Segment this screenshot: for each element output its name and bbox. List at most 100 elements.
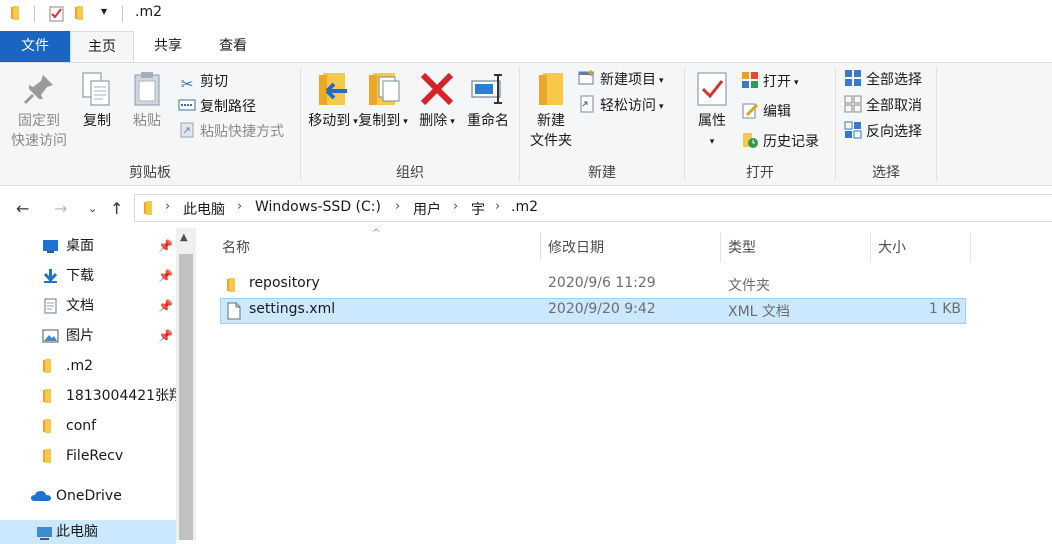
computer-icon: [37, 527, 52, 540]
new-item-button[interactable]: 新建项目 ▾: [578, 69, 664, 91]
history-icon: [743, 133, 758, 148]
download-icon: [43, 269, 58, 283]
properties-button[interactable]: 属性 ▾: [691, 69, 733, 152]
file-date: 2020/9/20 9:42: [548, 301, 656, 317]
select-group: 全部选择 全部取消 反向选择 选择: [836, 63, 936, 185]
organize-group: 移动到 ▾ 复制到 ▾ 删除 ▾ 重命名 组织: [301, 63, 519, 185]
new-folder-quick-icon[interactable]: [74, 5, 90, 21]
nav-item-onedrive[interactable]: OneDrive: [0, 481, 176, 511]
paste-shortcut-button[interactable]: 粘贴快捷方式: [178, 121, 284, 143]
window-title: .m2: [135, 4, 162, 20]
breadcrumb-chevron-icon[interactable]: ›: [453, 199, 458, 214]
table-row[interactable]: settings.xml 2020/9/20 9:42 XML 文档 1 KB: [220, 298, 966, 324]
easy-access-button[interactable]: 轻松访问 ▾: [578, 95, 664, 117]
column-divider[interactable]: [540, 232, 541, 262]
column-header-name[interactable]: 名称: [222, 237, 250, 257]
open-group: 属性 ▾ 打开 ▾ 编辑 历史记录 打开: [685, 63, 835, 185]
properties-quick-icon[interactable]: [48, 5, 66, 23]
breadcrumb-chevron-icon[interactable]: ›: [395, 199, 400, 214]
nav-item-student-folder[interactable]: 1813004421张翔: [0, 381, 176, 411]
column-header-size[interactable]: 大小: [878, 237, 906, 257]
scroll-up-icon[interactable]: ▲: [180, 232, 188, 243]
edit-button[interactable]: 编辑: [741, 101, 791, 123]
nav-scrollbar[interactable]: ▲: [176, 228, 196, 540]
breadcrumb-chevron-icon[interactable]: ›: [495, 199, 500, 214]
recent-locations-chevron-icon[interactable]: ⌄: [88, 202, 97, 215]
dropdown-icon: ▾: [450, 117, 455, 127]
column-divider[interactable]: [970, 232, 971, 262]
scrollbar-thumb[interactable]: [179, 254, 193, 540]
pin-quick-access-button[interactable]: 固定到 快速访问: [6, 69, 72, 151]
nav-item-downloads[interactable]: 下载 📌: [0, 261, 176, 291]
open-button[interactable]: 打开 ▾: [741, 71, 799, 93]
tab-home[interactable]: 主页: [70, 31, 134, 62]
folder-icon: [227, 278, 235, 292]
copy-to-icon: [369, 73, 400, 105]
back-arrow-icon[interactable]: ←: [16, 199, 29, 218]
history-button[interactable]: 历史记录: [741, 131, 819, 153]
rename-icon: [471, 74, 502, 104]
new-folder-button[interactable]: 新建 文件夹: [524, 69, 578, 151]
pin-icon: 📌: [158, 299, 173, 313]
nav-item-pictures[interactable]: 图片 📌: [0, 321, 176, 351]
breadcrumb-chevron-icon[interactable]: ›: [165, 199, 170, 214]
column-header-type[interactable]: 类型: [728, 237, 756, 257]
dropdown-icon: ▾: [709, 137, 715, 147]
breadcrumb-current[interactable]: .m2: [511, 199, 538, 215]
folder-icon: [43, 419, 51, 433]
column-header-date[interactable]: 修改日期: [548, 237, 604, 257]
nav-item-m2[interactable]: .m2: [0, 351, 176, 381]
tab-view[interactable]: 查看: [201, 31, 265, 62]
folder-icon: [43, 359, 51, 373]
column-divider[interactable]: [870, 232, 871, 262]
ribbon-tabs: 文件 主页 共享 查看: [0, 31, 1052, 62]
navigation-pane: 桌面 📌 下载 📌 文档 📌 图片 📌 .m2 1813004421张翔 con…: [0, 228, 196, 544]
scissors-icon: ✂: [180, 75, 194, 93]
paste-button[interactable]: 粘贴: [124, 69, 170, 131]
cut-button[interactable]: ✂ 剪切: [178, 71, 228, 93]
folder-icon: [43, 449, 51, 463]
properties-icon: [697, 72, 727, 106]
forward-arrow-icon[interactable]: →: [54, 199, 67, 218]
file-name: settings.xml: [249, 301, 336, 317]
invert-selection-button[interactable]: 反向选择: [844, 121, 922, 143]
select-all-button[interactable]: 全部选择: [844, 69, 922, 91]
nav-item-documents[interactable]: 文档 📌: [0, 291, 176, 321]
breadcrumb-this-pc[interactable]: 此电脑: [183, 199, 225, 219]
file-type: XML 文档: [728, 304, 790, 320]
table-row[interactable]: repository 2020/9/6 11:29 文件夹: [220, 272, 966, 298]
nav-item-desktop[interactable]: 桌面 📌: [0, 231, 176, 261]
rename-button[interactable]: 重命名: [461, 69, 515, 131]
pin-icon: [23, 75, 53, 105]
pin-icon: 📌: [158, 329, 173, 343]
title-bar: ▾ .m2: [0, 0, 1052, 30]
breadcrumb-users[interactable]: 用户: [413, 199, 441, 219]
breadcrumb-user[interactable]: 宇: [471, 199, 485, 219]
copy-to-button[interactable]: 复制到 ▾: [355, 69, 411, 132]
select-none-button[interactable]: 全部取消: [844, 95, 922, 117]
nav-item-conf[interactable]: conf: [0, 411, 176, 441]
up-arrow-icon[interactable]: ↑: [110, 199, 123, 218]
copy-path-button[interactable]: 复制路径: [178, 96, 256, 118]
new-item-icon: [578, 70, 594, 85]
column-divider[interactable]: [720, 232, 721, 262]
nav-item-this-pc[interactable]: 此电脑: [0, 520, 176, 544]
breadcrumb-drive[interactable]: Windows-SSD (C:): [255, 199, 381, 215]
breadcrumb-chevron-icon[interactable]: ›: [237, 199, 242, 214]
pin-icon: 📌: [158, 269, 173, 283]
address-bar[interactable]: › 此电脑 › Windows-SSD (C:) › 用户 › 宇 › .m2: [134, 194, 1052, 222]
desktop-icon: [43, 240, 58, 253]
tab-share[interactable]: 共享: [136, 31, 200, 62]
group-label: 打开: [746, 165, 774, 181]
file-icon: [227, 302, 241, 320]
customize-quick-access-icon[interactable]: ▾: [101, 4, 107, 18]
select-none-icon: [844, 95, 862, 113]
tab-file[interactable]: 文件: [0, 31, 70, 62]
pin-icon: 📌: [158, 239, 173, 253]
move-to-button[interactable]: 移动到 ▾: [305, 69, 361, 132]
copy-button[interactable]: 复制: [74, 69, 120, 131]
delete-button[interactable]: 删除 ▾: [417, 69, 457, 132]
nav-item-filerecv[interactable]: FileRecv: [0, 441, 176, 471]
document-icon: [44, 298, 57, 314]
dropdown-icon: ▾: [794, 78, 799, 88]
